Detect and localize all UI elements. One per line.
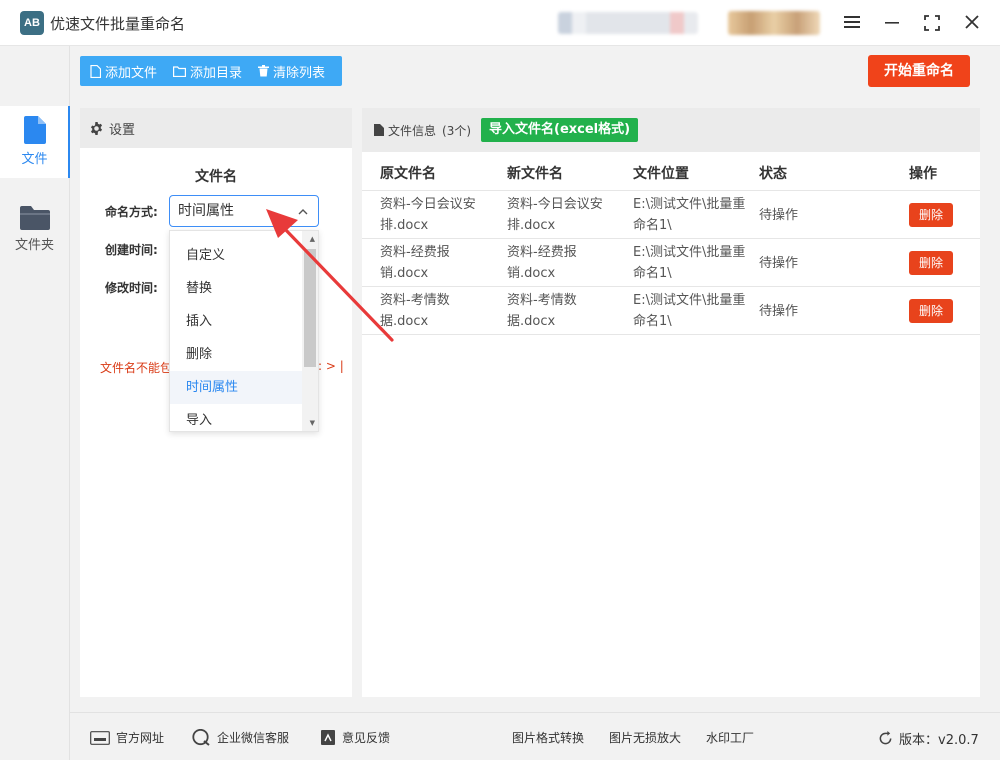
new-name-cell: 资料-今日会议安排.docx [507, 197, 603, 233]
maximize-icon[interactable] [918, 9, 946, 37]
file-table: 原文件名 新文件名 文件位置 状态 操作 资料-今日会议安排.docx 资料-今… [362, 152, 980, 697]
files-title: 文件信息 [388, 123, 437, 138]
watermark-link[interactable]: 水印工厂 [706, 729, 754, 746]
original-name-cell: 资料-今日会议安排.docx [380, 197, 476, 233]
nav-folder-label: 文件夹 [14, 238, 54, 253]
naming-mode-value: 时间属性 [178, 203, 234, 219]
settings-header: 设置 [80, 108, 352, 148]
col-status: 状态 [759, 166, 787, 182]
status-cell: 待操作 [759, 256, 799, 271]
menu-icon[interactable] [838, 9, 866, 37]
version-label: 版本：v2.0.7 [899, 733, 979, 748]
scrollbar-thumb[interactable] [304, 249, 316, 367]
image-enlarge-link[interactable]: 图片无损放大 [609, 729, 681, 746]
modify-time-label: 修改时间: [105, 281, 158, 295]
user-badge-blurred[interactable] [728, 11, 820, 35]
add-dir-label: 添加目录 [190, 65, 243, 81]
files-header: 文件信息 (3个) 导入文件名(excel格式) [362, 108, 980, 152]
import-filenames-button[interactable]: 导入文件名(excel格式) [481, 118, 639, 142]
folder-icon [173, 65, 187, 77]
title-bar: AB 优速文件批量重命名 [0, 0, 1000, 46]
nav-folder[interactable]: 文件夹 [0, 196, 69, 268]
wechat-service-label: 企业微信客服 [217, 731, 290, 745]
new-name-cell: 资料-考情数据.docx [507, 293, 577, 329]
delete-row-button[interactable]: 删除 [909, 251, 953, 275]
naming-mode-select[interactable]: 时间属性 [169, 195, 319, 227]
feedback-link[interactable]: 意见反馈 [320, 729, 390, 746]
location-cell: E:\测试文件\批量重命名1\ [633, 245, 746, 281]
settings-title: 设置 [109, 122, 136, 138]
delete-row-button[interactable]: 删除 [909, 203, 953, 227]
add-file-label: 添加文件 [105, 65, 158, 81]
file-icon [374, 124, 384, 136]
col-new-name: 新文件名 [507, 166, 563, 182]
new-name-cell: 资料-经费报销.docx [507, 245, 577, 281]
chevron-up-icon [298, 196, 308, 226]
app-logo: AB [20, 11, 44, 35]
toolbar: 添加文件 添加目录 清除列表 [80, 56, 342, 86]
wechat-service-link[interactable]: 企业微信客服 [192, 729, 289, 746]
official-site-link[interactable]: 官方网址 [90, 729, 164, 746]
dropdown-scrollbar[interactable]: ▲ ▼ [302, 231, 318, 431]
naming-mode-dropdown: 自定义 替换 插入 删除 时间属性 导入 ▲ ▼ [169, 230, 319, 432]
file-count: (3个) [442, 123, 472, 138]
col-original-name: 原文件名 [380, 166, 436, 182]
close-icon[interactable] [958, 9, 986, 37]
table-row[interactable]: 资料-今日会议安排.docx 资料-今日会议安排.docx E:\测试文件\批量… [362, 191, 980, 239]
filename-warning: 文件名不能包 [100, 361, 173, 375]
status-cell: 待操作 [759, 304, 799, 319]
option-time-attribute[interactable]: 时间属性 [170, 371, 304, 404]
table-row[interactable]: 资料-考情数据.docx 资料-考情数据.docx E:\测试文件\批量重命名1… [362, 287, 980, 335]
naming-mode-label: 命名方式: [105, 205, 158, 219]
image-convert-link[interactable]: 图片格式转换 [512, 729, 584, 746]
nav-file-label: 文件 [21, 152, 48, 167]
scroll-up-icon[interactable]: ▲ [310, 235, 315, 243]
wechat-icon [192, 729, 210, 746]
option-import[interactable]: 导入 [170, 404, 304, 431]
footer: 官方网址 企业微信客服 意见反馈 图片格式转换 图片无损放大 水印工厂 版本：v… [70, 712, 1000, 760]
clear-list-button[interactable]: 清除列表 [258, 62, 325, 81]
option-delete[interactable]: 删除 [170, 338, 304, 371]
official-site-label: 官方网址 [116, 731, 165, 745]
app-title: 优速文件批量重命名 [50, 15, 186, 33]
nav-file[interactable]: 文件 [0, 106, 70, 178]
left-nav: 文件 文件夹 [0, 46, 70, 760]
status-cell: 待操作 [759, 208, 799, 223]
location-cell: E:\测试文件\批量重命名1\ [633, 293, 746, 329]
filename-warning-tail: : > | [318, 359, 344, 373]
section-title: 文件名 [195, 169, 237, 185]
clear-list-label: 清除列表 [273, 65, 326, 81]
file-icon [90, 64, 101, 78]
delete-row-button[interactable]: 删除 [909, 299, 953, 323]
start-rename-button[interactable]: 开始重命名 [868, 55, 970, 87]
file-icon [23, 116, 46, 144]
col-location: 文件位置 [633, 166, 689, 182]
col-action: 操作 [909, 166, 937, 182]
refresh-icon [879, 731, 892, 745]
feedback-icon [321, 730, 335, 745]
original-name-cell: 资料-考情数据.docx [380, 293, 450, 329]
gear-icon [90, 121, 103, 135]
option-insert[interactable]: 插入 [170, 305, 304, 338]
create-time-label: 创建时间: [105, 243, 158, 257]
location-cell: E:\测试文件\批量重命名1\ [633, 197, 746, 233]
website-icon [90, 730, 110, 745]
trash-icon [258, 65, 270, 77]
scroll-down-icon[interactable]: ▼ [310, 419, 315, 427]
add-dir-button[interactable]: 添加目录 [173, 62, 242, 81]
feedback-label: 意见反馈 [342, 731, 391, 745]
option-replace[interactable]: 替换 [170, 272, 304, 305]
option-custom[interactable]: 自定义 [170, 239, 304, 272]
original-name-cell: 资料-经费报销.docx [380, 245, 450, 281]
add-file-button[interactable]: 添加文件 [90, 62, 157, 81]
folder-icon [19, 206, 50, 230]
minimize-icon[interactable] [878, 9, 906, 37]
account-info-blurred[interactable] [558, 12, 698, 34]
table-row[interactable]: 资料-经费报销.docx 资料-经费报销.docx E:\测试文件\批量重命名1… [362, 239, 980, 287]
version-info[interactable]: 版本：v2.0.7 [878, 729, 979, 748]
